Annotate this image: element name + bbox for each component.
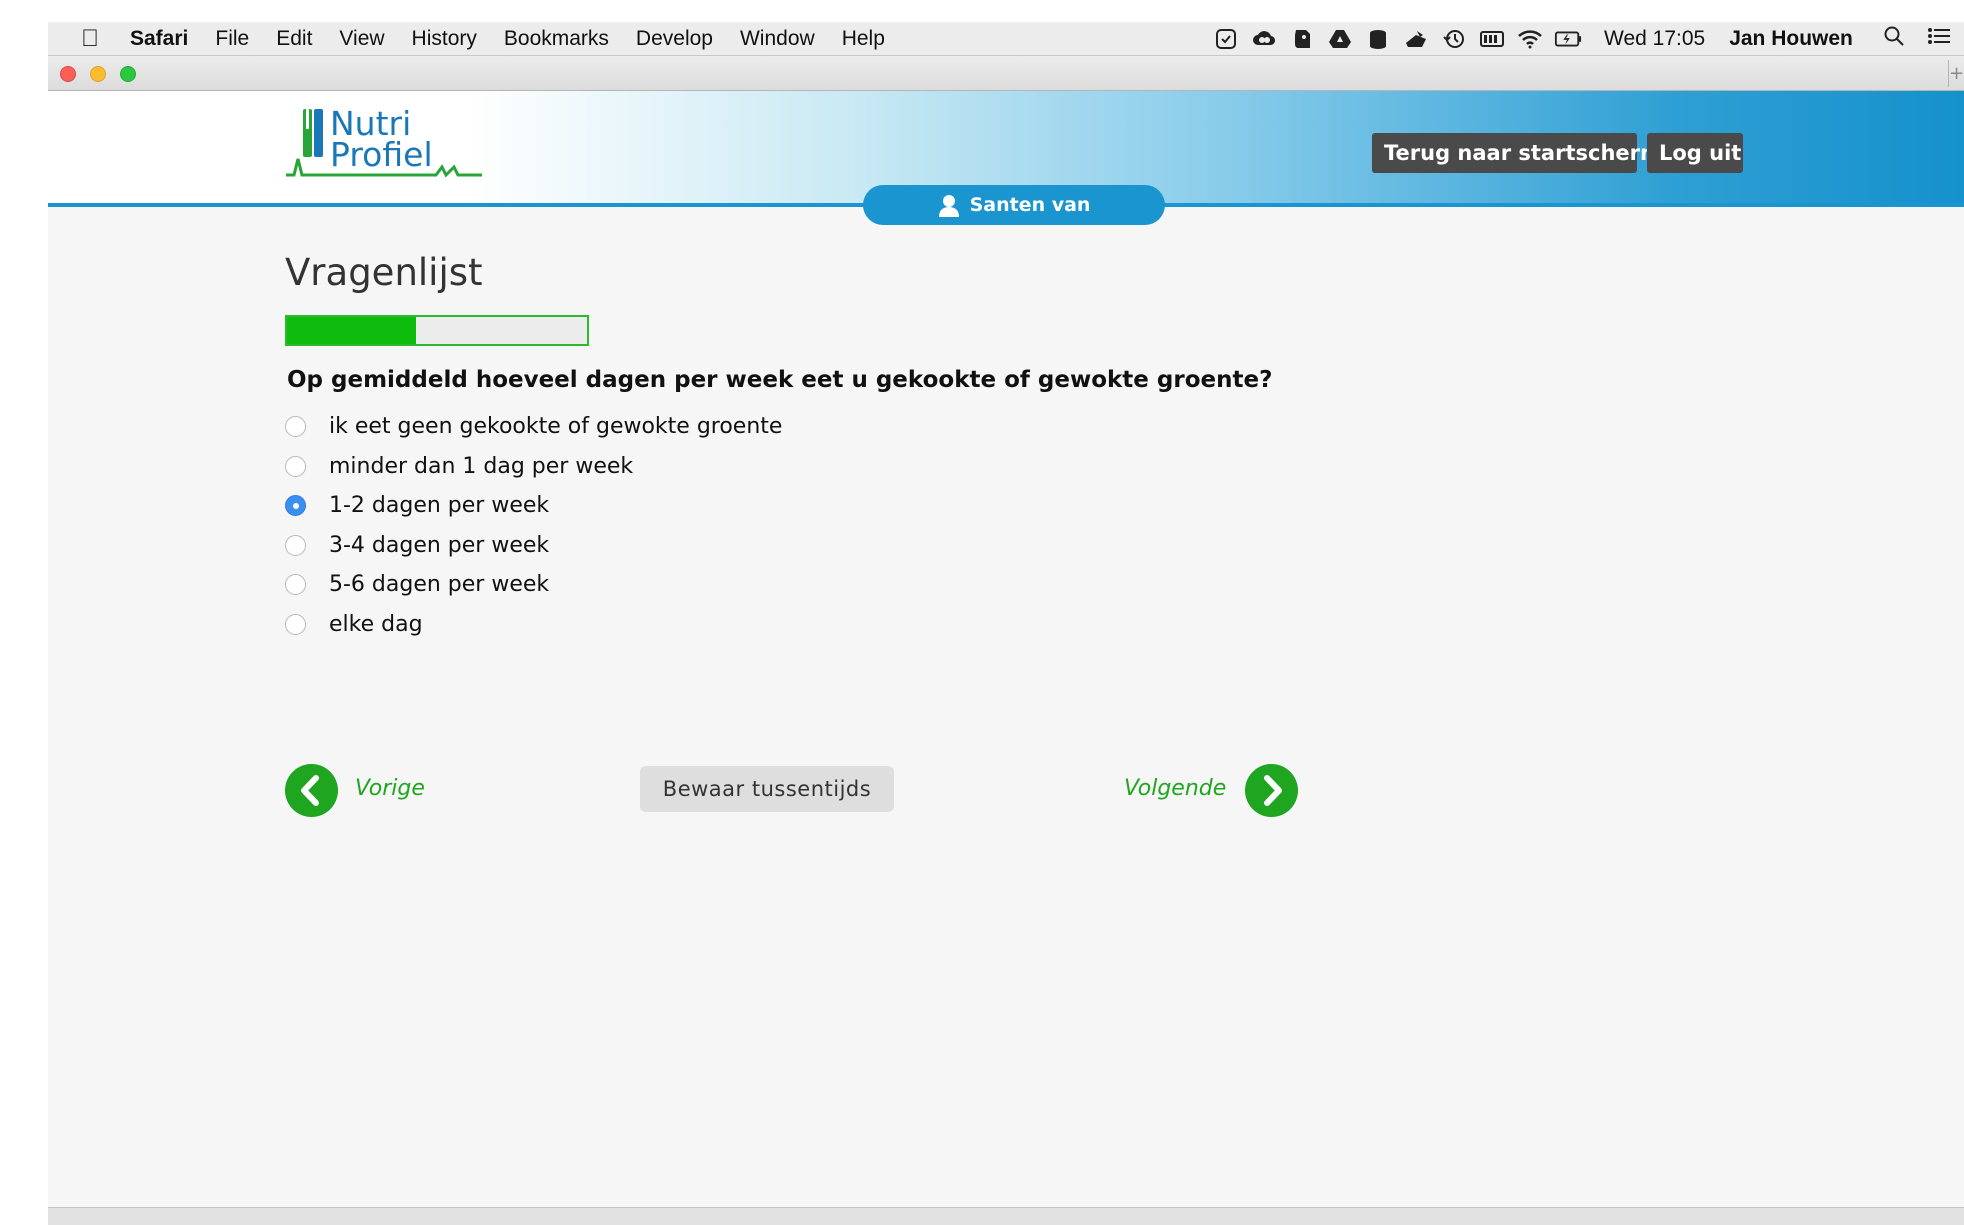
zoom-window-button[interactable] <box>120 66 136 82</box>
questionnaire-navigation: Vorige Bewaar tussentijds Volgende <box>285 762 1298 818</box>
answer-option[interactable]: 5-6 dagen per week <box>285 565 782 605</box>
menu-bookmarks[interactable]: Bookmarks <box>504 27 609 51</box>
patient-tab[interactable]: Santen van <box>863 185 1165 225</box>
minimize-window-button[interactable] <box>90 66 106 82</box>
radio-button[interactable] <box>285 416 306 438</box>
answer-option[interactable]: minder dan 1 dag per week <box>285 447 782 487</box>
web-page: Nutri Profiel Terug naar startscherm Log… <box>48 91 1964 1207</box>
answer-option[interactable]: 1-2 dagen per week <box>285 486 782 526</box>
answer-option-label[interactable]: 1-2 dagen per week <box>329 493 549 518</box>
answer-option[interactable]: 3-4 dagen per week <box>285 526 782 566</box>
logout-button[interactable]: Log uit <box>1647 133 1743 173</box>
answer-option[interactable]: elke dag <box>285 605 782 645</box>
messages-icon[interactable] <box>1212 25 1240 53</box>
radio-button[interactable] <box>285 534 306 556</box>
backup-icon[interactable] <box>1364 25 1392 53</box>
answer-option-label[interactable]: 3-4 dagen per week <box>329 533 549 558</box>
progress-bar <box>285 315 589 346</box>
dropbox-icon[interactable] <box>1402 25 1430 53</box>
patient-name: Santen van <box>969 194 1091 216</box>
menubar-clock[interactable]: Wed 17:05 <box>1604 27 1705 51</box>
creative-cloud-icon[interactable] <box>1250 25 1278 53</box>
radio-button[interactable] <box>285 574 306 596</box>
answer-option-label[interactable]: 5-6 dagen per week <box>329 572 549 597</box>
evernote-icon[interactable] <box>1288 25 1316 53</box>
apple-menu-icon[interactable]:  <box>78 25 102 53</box>
menu-help[interactable]: Help <box>842 27 885 51</box>
answer-option[interactable]: ik eet geen gekookte of gewokte groente <box>285 407 782 447</box>
battery-meter-icon[interactable] <box>1478 25 1506 53</box>
menu-bar:  Safari File Edit View History Bookmark… <box>48 22 1964 56</box>
chevron-right-icon <box>1264 775 1282 806</box>
menu-develop[interactable]: Develop <box>636 27 713 51</box>
menubar-user[interactable]: Jan Houwen <box>1729 27 1853 51</box>
progress-bar-fill <box>287 317 416 344</box>
menu-edit[interactable]: Edit <box>276 27 312 51</box>
answer-options: ik eet geen gekookte of gewokte groente … <box>285 407 782 644</box>
next-link[interactable]: Volgende <box>1124 776 1226 801</box>
radio-button[interactable] <box>285 495 306 517</box>
spotlight-search-icon[interactable] <box>1883 25 1905 53</box>
status-area: Wed 17:05 Jan Houwen <box>1212 22 1951 56</box>
chevron-left-icon <box>301 775 319 806</box>
save-interim-button[interactable]: Bewaar tussentijds <box>640 766 894 812</box>
question-text: Op gemiddeld hoeveel dagen per week eet … <box>287 367 1273 393</box>
page-title: Vragenlijst <box>285 251 483 294</box>
radio-button[interactable] <box>285 455 306 477</box>
close-window-button[interactable] <box>60 66 76 82</box>
home-screen-button[interactable]: Terug naar startscherm <box>1372 133 1662 173</box>
window-bottom-edge <box>48 1207 1964 1225</box>
new-tab-button[interactable]: + <box>1948 60 1964 87</box>
answer-option-label[interactable]: ik eet geen gekookte of gewokte groente <box>329 414 782 439</box>
notification-center-icon[interactable] <box>1927 26 1951 52</box>
menu-view[interactable]: View <box>339 27 384 51</box>
window-titlebar: + <box>48 56 1964 91</box>
nutriprofiel-logo[interactable]: Nutri Profiel <box>286 105 482 181</box>
wifi-icon[interactable] <box>1516 25 1544 53</box>
menu-window[interactable]: Window <box>740 27 815 51</box>
menu-history[interactable]: History <box>412 27 477 51</box>
time-machine-icon[interactable] <box>1440 25 1468 53</box>
logo-text-profiel: Profiel <box>330 135 433 174</box>
person-icon <box>938 195 959 217</box>
google-drive-icon[interactable] <box>1326 25 1354 53</box>
next-button[interactable] <box>1245 764 1298 817</box>
previous-link[interactable]: Vorige <box>355 776 425 801</box>
previous-button[interactable] <box>285 764 338 817</box>
battery-icon[interactable] <box>1554 25 1582 53</box>
answer-option-label[interactable]: minder dan 1 dag per week <box>329 454 633 479</box>
menu-file[interactable]: File <box>215 27 249 51</box>
answer-option-label[interactable]: elke dag <box>329 612 423 637</box>
menu-app-safari[interactable]: Safari <box>130 27 188 51</box>
radio-button[interactable] <box>285 613 306 635</box>
